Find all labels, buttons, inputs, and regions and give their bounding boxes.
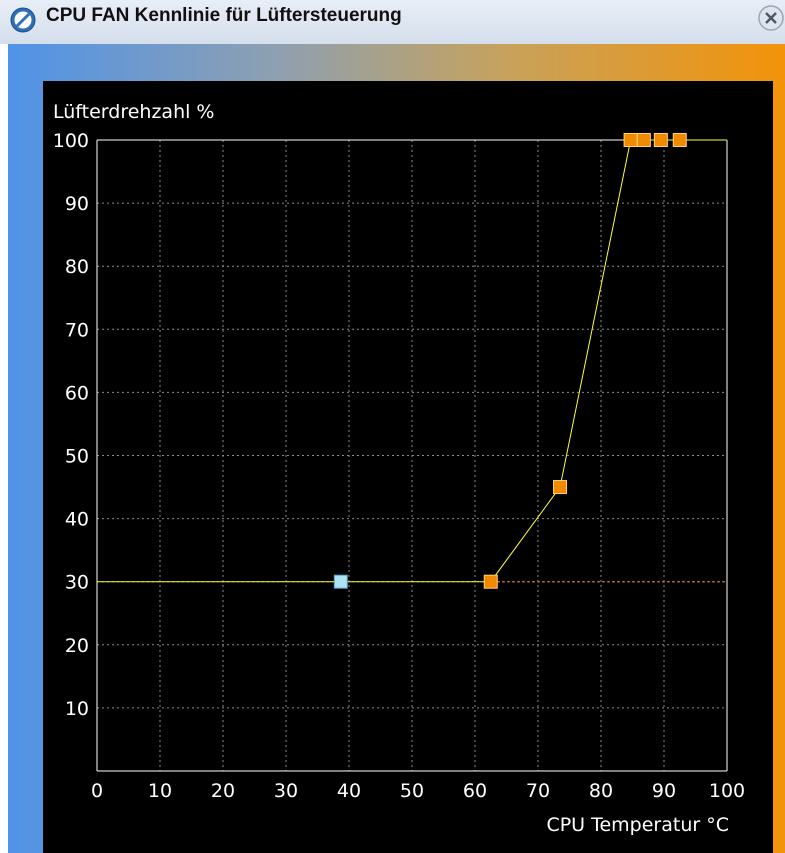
- curve-point-handle[interactable]: [623, 133, 638, 147]
- x-tick-label: 60: [463, 780, 487, 802]
- curve-point-handle[interactable]: [483, 574, 498, 589]
- curve-point-handle[interactable]: [553, 480, 568, 495]
- fan-curve-line: [97, 139, 680, 583]
- fan-curve-chart-panel: 0 10 20 30 40 50 60 70 80 90 100 10 20 30 40 50 60 70 80 90…: [43, 81, 773, 853]
- x-tick-label: 0: [91, 780, 103, 802]
- x-tick-label: 90: [652, 780, 676, 802]
- current-temperature-point[interactable]: [333, 574, 348, 589]
- grid: [97, 140, 727, 771]
- x-tick-label: 80: [589, 780, 613, 802]
- x-tick-label: 70: [526, 780, 550, 802]
- y-tick-label: 70: [65, 319, 89, 341]
- y-tick-label: 100: [53, 130, 89, 152]
- y-tick-label: 90: [65, 193, 89, 215]
- x-tick-label: 50: [400, 780, 424, 802]
- close-icon[interactable]: [757, 4, 785, 32]
- window-title: CPU FAN Kennlinie für Lüftersteuerung: [46, 5, 402, 26]
- title-bar[interactable]: CPU FAN Kennlinie für Lüftersteuerung: [0, 0, 785, 45]
- x-tick-label: 10: [148, 780, 172, 802]
- x-tick-label: 100: [709, 780, 745, 802]
- x-tick-label: 20: [211, 780, 235, 802]
- y-tick-label: 10: [65, 698, 89, 720]
- curve-point-handle[interactable]: [672, 133, 687, 147]
- y-tick-label: 80: [65, 256, 89, 278]
- y-axis-label: Lüfterdrehzahl %: [53, 101, 214, 123]
- y-tick-label: 60: [65, 382, 89, 404]
- fan-curve-chart[interactable]: 0 10 20 30 40 50 60 70 80 90 100 10 20 30 40 50 60 70 80 90…: [43, 81, 773, 853]
- x-axis-label: CPU Temperatur °C: [546, 814, 729, 836]
- tick-labels: 0 10 20 30 40 50 60 70 80 90 100 10 20 30 40 50 60 70 80 90…: [53, 130, 745, 802]
- fan-curve-window: CPU FAN Kennlinie für Lüftersteuerung 0 1…: [0, 0, 785, 853]
- curve-points: [333, 133, 687, 589]
- no-entry-icon: [10, 7, 36, 33]
- x-tick-label: 30: [274, 780, 298, 802]
- x-tick-label: 40: [337, 780, 361, 802]
- curve-point-handle[interactable]: [636, 133, 651, 147]
- y-tick-label: 30: [65, 572, 89, 594]
- y-tick-label: 50: [65, 446, 89, 468]
- curve-point-handle[interactable]: [653, 133, 668, 147]
- y-tick-label: 40: [65, 509, 89, 531]
- y-tick-label: 20: [65, 635, 89, 657]
